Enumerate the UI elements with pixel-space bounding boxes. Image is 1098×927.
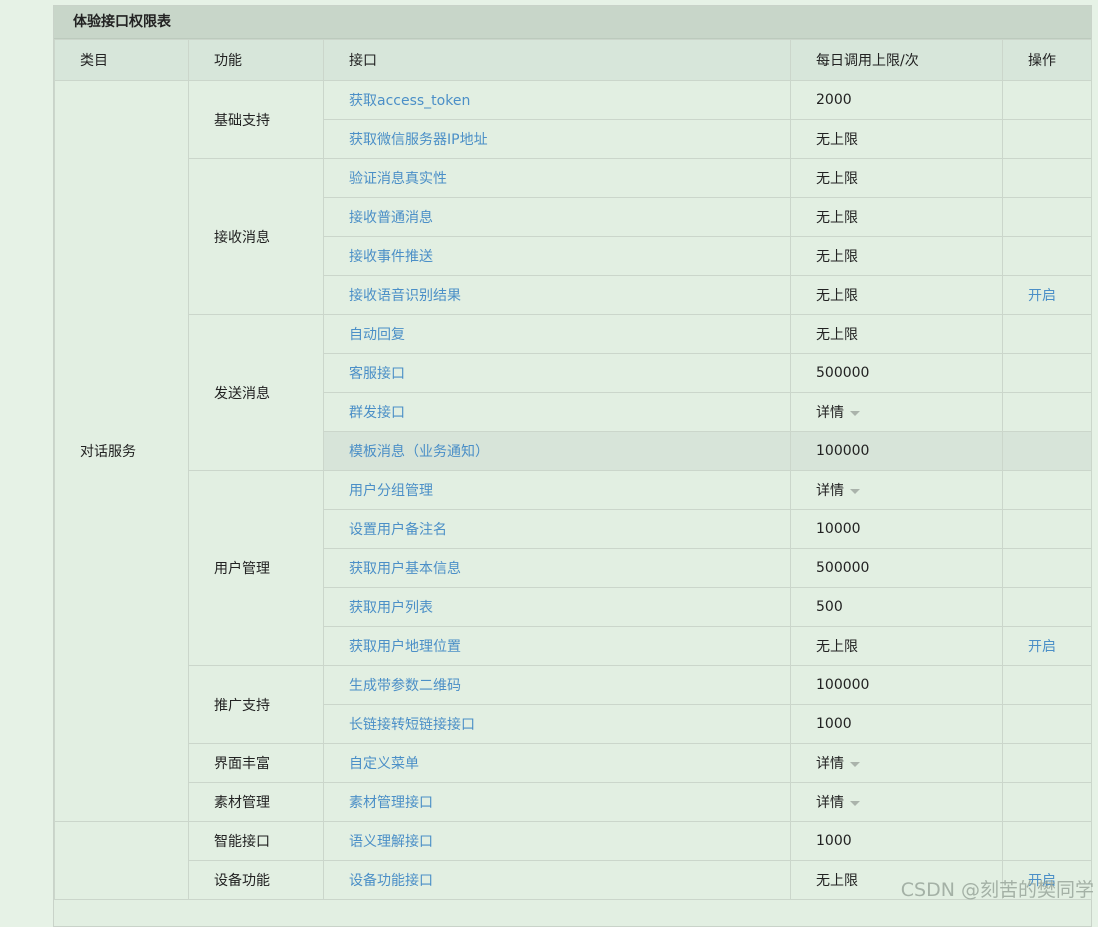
limit-value: 2000	[790, 80, 1003, 120]
api-link[interactable]: 获取用户列表	[349, 600, 433, 616]
limit-value: 100000	[790, 431, 1003, 471]
limit-value: 1000	[790, 821, 1003, 861]
function-promote: 推广支持	[188, 665, 324, 744]
header-action: 操作	[1002, 39, 1092, 81]
chevron-down-icon[interactable]	[850, 488, 860, 494]
api-link[interactable]: 自定义菜单	[349, 756, 419, 772]
api-link[interactable]: 接收事件推送	[349, 249, 433, 265]
limit-detail[interactable]: 详情	[790, 782, 1003, 822]
table-row: 推广支持 生成带参数二维码 100000	[55, 665, 1092, 744]
function-material: 素材管理	[188, 782, 324, 822]
limit-detail[interactable]: 详情	[790, 392, 1003, 432]
api-link[interactable]: 接收语音识别结果	[349, 288, 461, 304]
api-link[interactable]: 设备功能接口	[349, 873, 433, 889]
limit-value: 无上限	[790, 314, 1003, 354]
limit-value: 无上限	[790, 275, 1003, 315]
category-cell-empty	[54, 821, 189, 900]
limit-value: 500	[790, 587, 1003, 627]
watermark: CSDN @刻苦的樊同学	[900, 879, 1094, 901]
function-send: 发送消息	[188, 314, 324, 471]
limit-value: 无上限	[790, 119, 1003, 159]
limit-value: 500000	[790, 353, 1003, 393]
limit-value: 1000	[790, 704, 1003, 744]
detail-label[interactable]: 详情	[816, 795, 844, 811]
table-row: 用户管理 用户分组管理 详情	[55, 470, 1092, 666]
table-header: 类目 功能 接口 每日调用上限/次 操作	[54, 39, 1092, 81]
limit-value: 无上限	[790, 626, 1003, 666]
function-receive: 接收消息	[188, 158, 324, 315]
function-user: 用户管理	[188, 470, 324, 666]
table-row: 智能接口 语义理解接口 1000	[54, 821, 1092, 900]
function-basic: 基础支持	[188, 80, 324, 159]
table-row: 对话服务 基础支持 获取access_token 2000	[54, 80, 1092, 822]
api-link[interactable]: 用户分组管理	[349, 483, 433, 499]
limit-value: 500000	[790, 548, 1003, 588]
api-link[interactable]: 获取用户地理位置	[349, 639, 461, 655]
api-link[interactable]: 接收普通消息	[349, 210, 433, 226]
api-link[interactable]: 获取access_token	[349, 93, 470, 109]
function-ui: 界面丰富	[188, 743, 324, 783]
api-link[interactable]: 设置用户备注名	[349, 522, 447, 538]
header-category: 类目	[54, 39, 189, 81]
panel-title: 体验接口权限表	[54, 6, 1091, 39]
api-link[interactable]: 群发接口	[349, 405, 405, 421]
permission-table: 类目 功能 接口 每日调用上限/次 操作 对话服务 基础支持 获取access_…	[54, 39, 1092, 900]
api-link[interactable]: 获取微信服务器IP地址	[349, 132, 488, 148]
api-link[interactable]: 模板消息（业务通知）	[349, 444, 489, 460]
header-limit: 每日调用上限/次	[790, 39, 1003, 81]
function-device: 设备功能	[188, 860, 324, 900]
api-link[interactable]: 自动回复	[349, 327, 405, 343]
chevron-down-icon[interactable]	[850, 761, 860, 767]
limit-value: 无上限	[790, 236, 1003, 276]
limit-value: 无上限	[790, 197, 1003, 237]
function-smart: 智能接口	[188, 821, 324, 861]
chevron-down-icon[interactable]	[850, 800, 860, 806]
api-link[interactable]: 客服接口	[349, 366, 405, 382]
limit-value: 无上限	[790, 158, 1003, 198]
api-link[interactable]: 长链接转短链接接口	[349, 717, 475, 733]
header-function: 功能	[188, 39, 324, 81]
api-link[interactable]: 语义理解接口	[349, 834, 433, 850]
detail-label[interactable]: 详情	[816, 756, 844, 772]
category-cell: 对话服务	[54, 80, 189, 822]
enable-link[interactable]: 开启	[1028, 639, 1056, 655]
api-link[interactable]: 素材管理接口	[349, 795, 433, 811]
table-row: 素材管理 素材管理接口 详情	[55, 782, 1092, 822]
table-row: 接收消息 验证消息真实性 无上限	[55, 158, 1092, 315]
table-row: 界面丰富 自定义菜单 详情	[55, 743, 1092, 783]
limit-value: 100000	[790, 665, 1003, 705]
limit-detail[interactable]: 详情	[790, 470, 1003, 510]
detail-label[interactable]: 详情	[816, 405, 844, 421]
enable-link[interactable]: 开启	[1028, 288, 1056, 304]
api-link[interactable]: 验证消息真实性	[349, 171, 447, 187]
api-link[interactable]: 获取用户基本信息	[349, 561, 461, 577]
detail-label[interactable]: 详情	[816, 483, 844, 499]
limit-detail[interactable]: 详情	[790, 743, 1003, 783]
api-link[interactable]: 生成带参数二维码	[349, 678, 461, 694]
chevron-down-icon[interactable]	[850, 410, 860, 416]
header-api: 接口	[323, 39, 791, 81]
permission-panel: 体验接口权限表 类目 功能 接口 每日调用上限/次 操作 对话服务 基础支持 获…	[53, 5, 1092, 927]
limit-value: 10000	[790, 509, 1003, 549]
table-row: 发送消息 自动回复 无上限	[55, 314, 1092, 471]
